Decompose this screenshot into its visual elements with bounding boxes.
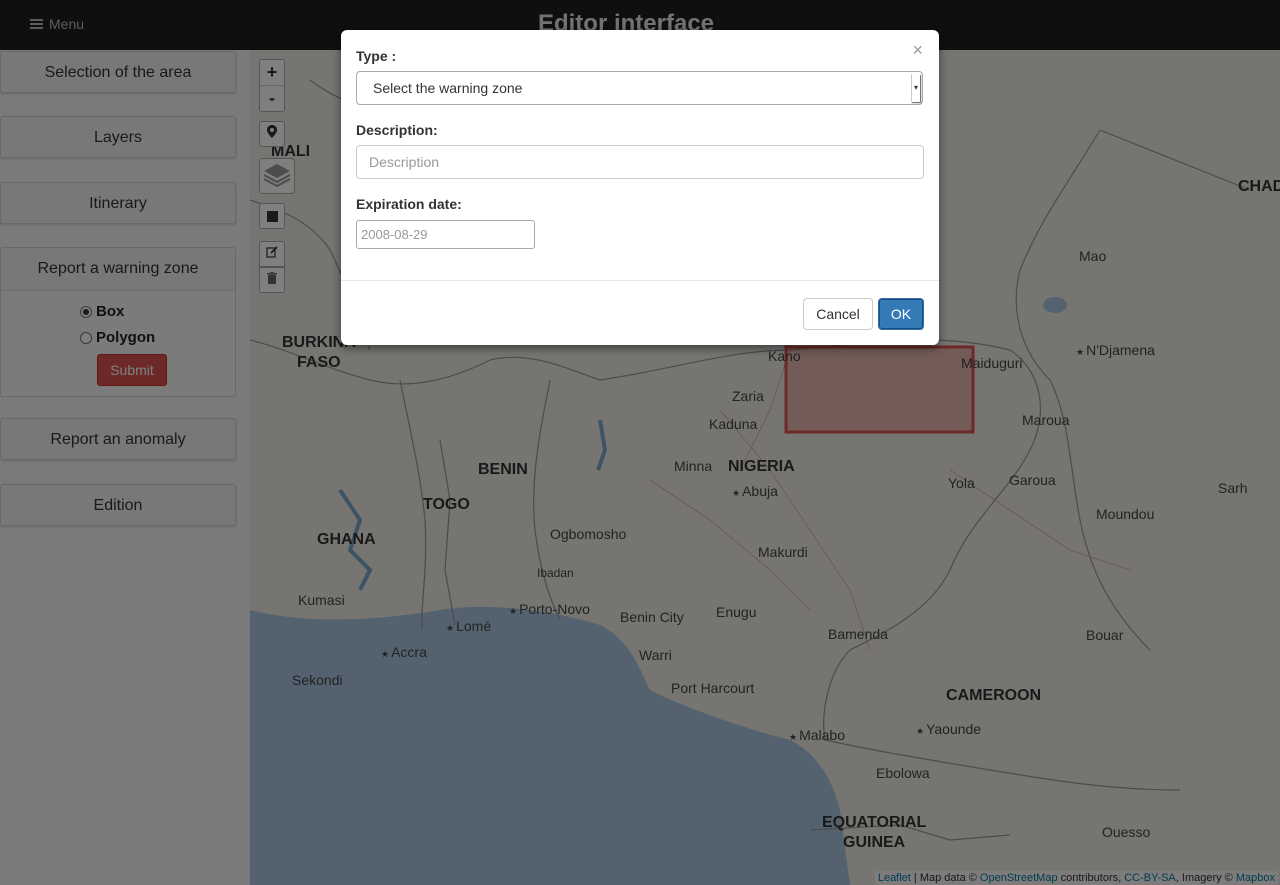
cancel-button[interactable]: Cancel bbox=[803, 298, 873, 330]
description-input[interactable]: Description bbox=[356, 145, 924, 179]
chevron-down-icon: ▾ bbox=[911, 74, 920, 102]
expiration-label: Expiration date: bbox=[356, 196, 462, 212]
close-icon[interactable]: × bbox=[912, 40, 923, 61]
type-select[interactable]: Select the warning zone ▾ bbox=[356, 71, 923, 105]
ok-button[interactable]: OK bbox=[878, 298, 924, 330]
expiration-date-input[interactable]: 2008-08-29 bbox=[356, 220, 535, 249]
description-label: Description: bbox=[356, 122, 438, 138]
type-label: Type : bbox=[356, 48, 397, 64]
type-select-value: Select the warning zone bbox=[373, 80, 523, 96]
modal-footer: Cancel OK bbox=[341, 280, 939, 346]
warning-zone-dialog: × Type : Select the warning zone ▾ Descr… bbox=[341, 30, 939, 345]
